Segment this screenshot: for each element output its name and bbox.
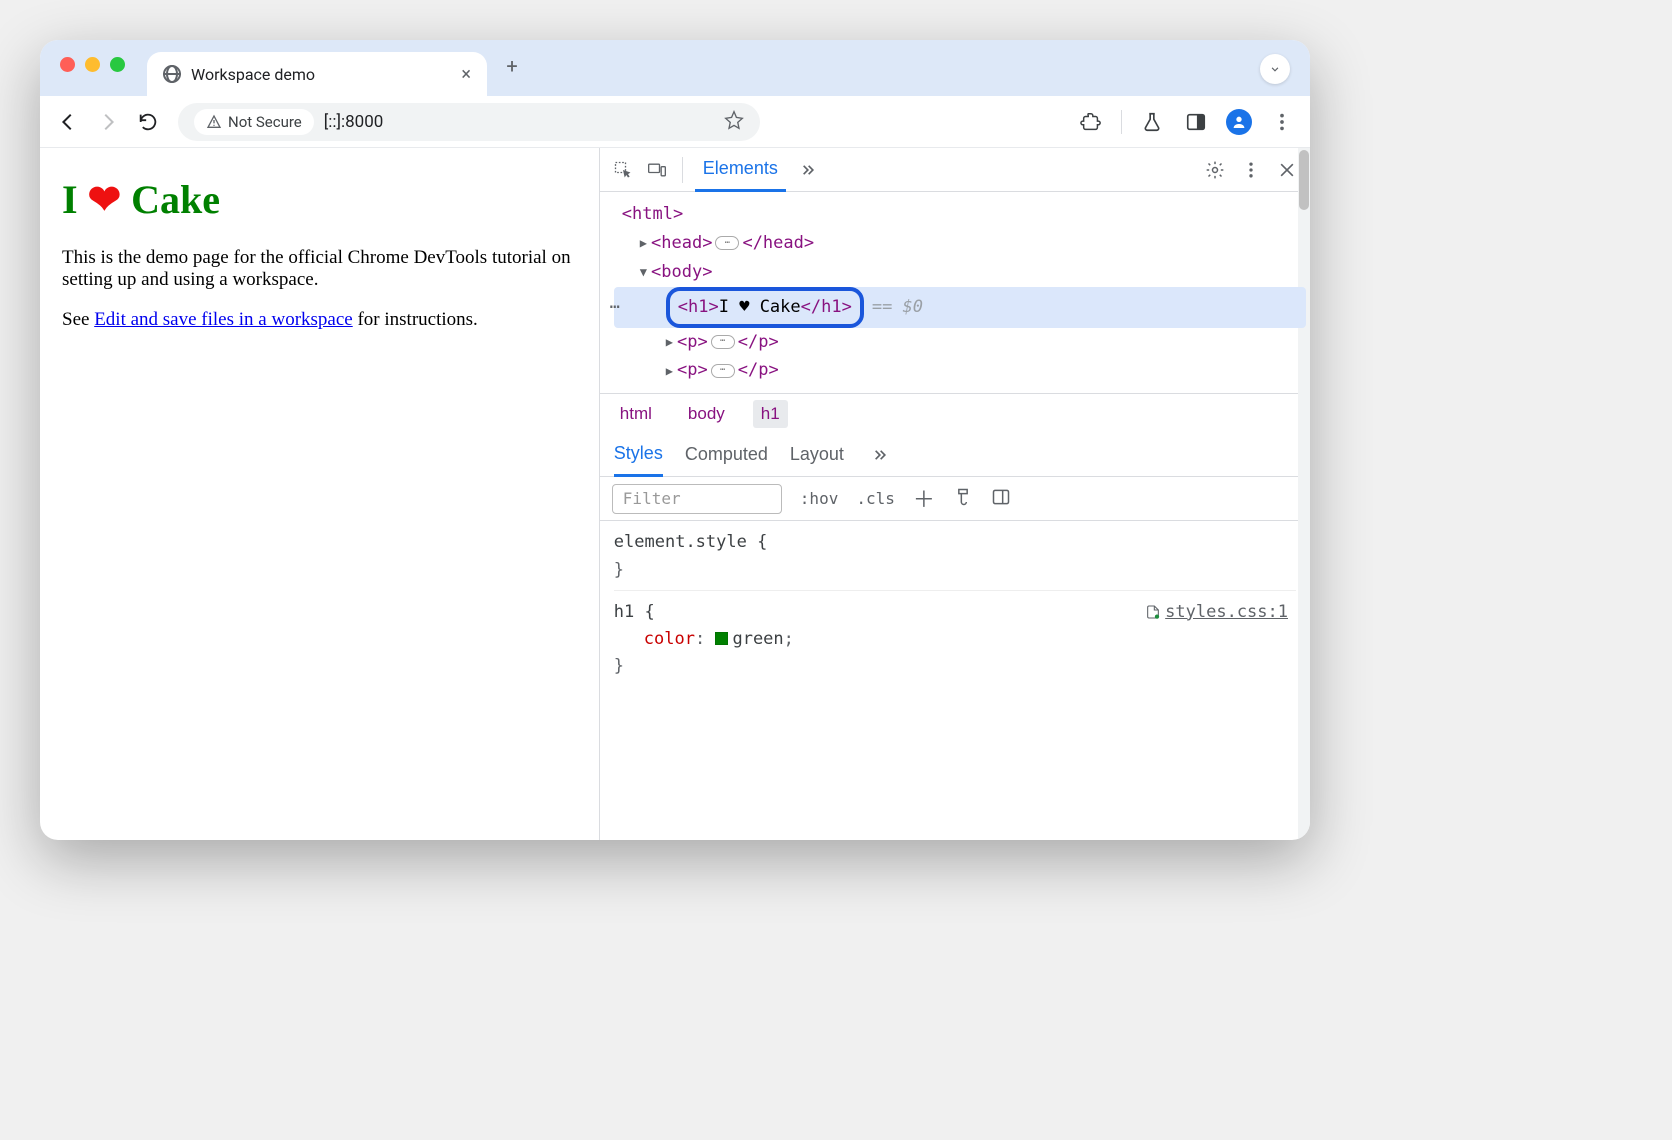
h1-rule-block[interactable]: styles.css:1 h1 { color: green; } — [614, 599, 1296, 687]
toolbar-right — [1077, 108, 1296, 136]
page-paragraph-2: See Edit and save files in a workspace f… — [62, 309, 577, 331]
styles-tabs: Styles Computed Layout — [600, 433, 1310, 477]
devtools-menu-icon[interactable] — [1238, 157, 1264, 183]
window-controls — [60, 57, 125, 72]
computed-sidebar-icon[interactable] — [991, 487, 1011, 511]
tab-computed[interactable]: Computed — [685, 433, 768, 477]
new-style-rule-icon[interactable]: ＋ — [913, 482, 935, 514]
more-tabs-icon[interactable] — [794, 157, 820, 183]
globe-icon — [163, 65, 181, 83]
settings-gear-icon[interactable] — [1202, 157, 1228, 183]
paint-flashing-icon[interactable] — [953, 487, 973, 511]
color-swatch[interactable] — [715, 632, 728, 645]
bookmark-star-icon[interactable] — [724, 110, 744, 134]
browser-window: Workspace demo × + Not Secure [::]:8000 — [40, 40, 1310, 840]
styles-toolbar: Filter :hov .cls ＋ — [600, 477, 1310, 521]
cls-toggle[interactable]: .cls — [856, 489, 895, 508]
crumb-html[interactable]: html — [612, 400, 660, 428]
device-toolbar-icon[interactable] — [644, 157, 670, 183]
close-tab-button[interactable]: × — [461, 64, 471, 85]
tab-title: Workspace demo — [191, 65, 315, 84]
page-viewport: I ❤ Cake This is the demo page for the o… — [40, 148, 599, 840]
separator — [682, 157, 683, 183]
labs-icon[interactable] — [1138, 108, 1166, 136]
url-text: [::]:8000 — [324, 112, 434, 132]
devtools-panel: Elements <html> — [599, 148, 1310, 840]
back-button[interactable] — [54, 108, 82, 136]
tab-search-button[interactable] — [1260, 54, 1290, 84]
dom-node-h1-selected[interactable]: <h1>I ♥ Cake</h1> == $0 — [614, 287, 1306, 328]
tab-layout[interactable]: Layout — [790, 433, 844, 477]
browser-tab[interactable]: Workspace demo × — [147, 52, 487, 96]
profile-avatar[interactable] — [1226, 109, 1252, 135]
heart-icon: ❤ — [88, 177, 122, 222]
maximize-window-button[interactable] — [110, 57, 125, 72]
close-window-button[interactable] — [60, 57, 75, 72]
crumb-h1[interactable]: h1 — [753, 400, 788, 428]
dom-tree[interactable]: <html> ▶<head>⋯</head> ▼<body> <h1>I ♥ C… — [600, 192, 1310, 393]
tab-styles[interactable]: Styles — [614, 433, 663, 477]
side-panel-icon[interactable] — [1182, 108, 1210, 136]
more-tabs-icon[interactable] — [866, 442, 892, 468]
tab-elements[interactable]: Elements — [695, 148, 786, 192]
dom-node-p1[interactable]: ▶<p>⋯</p> — [614, 328, 1306, 357]
extensions-icon[interactable] — [1077, 108, 1105, 136]
minimize-window-button[interactable] — [85, 57, 100, 72]
new-tab-button[interactable]: + — [495, 49, 529, 83]
element-style-block[interactable]: element.style { } — [614, 529, 1296, 590]
workspace-tutorial-link[interactable]: Edit and save files in a workspace — [94, 309, 353, 330]
browser-toolbar: Not Secure [::]:8000 — [40, 96, 1310, 148]
dom-breadcrumb: html body h1 — [600, 393, 1310, 433]
reload-button[interactable] — [134, 108, 162, 136]
content-area: I ❤ Cake This is the demo page for the o… — [40, 148, 1310, 840]
styles-filter-input[interactable]: Filter — [612, 484, 782, 514]
separator — [1121, 110, 1122, 134]
styles-pane[interactable]: element.style { } styles.css:1 h1 { colo… — [600, 521, 1310, 702]
titlebar: Workspace demo × + — [40, 40, 1310, 96]
dom-node-p2[interactable]: ▶<p>⋯</p> — [614, 356, 1306, 385]
security-chip[interactable]: Not Secure — [194, 109, 314, 135]
address-bar[interactable]: Not Secure [::]:8000 — [178, 103, 760, 141]
devtools-header: Elements — [600, 148, 1310, 192]
forward-button[interactable] — [94, 108, 122, 136]
page-paragraph-1: This is the demo page for the official C… — [62, 247, 577, 291]
inspect-element-icon[interactable] — [610, 157, 636, 183]
hov-toggle[interactable]: :hov — [800, 489, 839, 508]
chrome-menu-icon[interactable] — [1268, 108, 1296, 136]
dom-node-head[interactable]: ▶<head>⋯</head> — [614, 229, 1306, 258]
close-devtools-icon[interactable] — [1274, 157, 1300, 183]
crumb-body[interactable]: body — [680, 400, 733, 428]
page-heading: I ❤ Cake — [62, 176, 577, 223]
dom-node-html[interactable]: <html> — [614, 200, 1306, 229]
dom-node-body[interactable]: ▼<body> — [614, 258, 1306, 287]
stylesheet-source-link[interactable]: styles.css:1 — [1145, 599, 1288, 626]
not-secure-label: Not Secure — [228, 113, 302, 131]
